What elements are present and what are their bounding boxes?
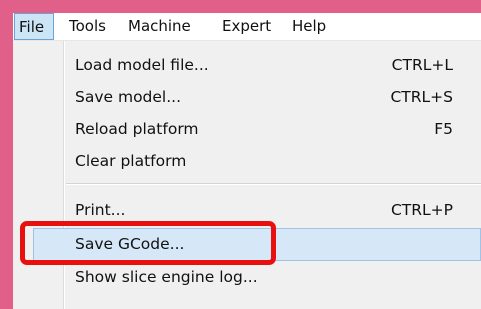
file-menu-dropdown: Load model file... CTRL+L Save model... … (13, 41, 481, 309)
menu-file-label: File (19, 18, 45, 36)
menu-item-clear-platform[interactable]: Clear platform (13, 145, 481, 177)
menu-item-shortcut: CTRL+S (390, 88, 453, 106)
menu-item-reload-platform[interactable]: Reload platform F5 (13, 113, 481, 145)
menu-help-label: Help (292, 17, 327, 35)
menu-item-label: Show slice engine log... (75, 268, 258, 286)
menu-help[interactable]: Help (292, 13, 326, 40)
menu-item-label: Save model... (75, 88, 182, 106)
menu-expert-label: Expert (222, 17, 272, 35)
menu-bar: File Tools Machine Expert Help (13, 13, 481, 41)
menu-separator (66, 183, 481, 185)
menu-expert[interactable]: Expert (222, 13, 271, 40)
menu-tools[interactable]: Tools (69, 13, 106, 40)
menu-item-load-model[interactable]: Load model file... CTRL+L (13, 49, 481, 81)
annotation-highlight-box (20, 221, 276, 265)
menu-machine-label: Machine (128, 17, 191, 35)
menu-item-shortcut: F5 (434, 120, 453, 138)
menu-file[interactable]: File (14, 13, 54, 40)
menu-item-save-model[interactable]: Save model... CTRL+S (13, 81, 481, 113)
menu-item-shortcut: CTRL+P (390, 201, 453, 219)
menu-item-label: Clear platform (75, 152, 187, 170)
menu-item-show-slice-log[interactable]: Show slice engine log... (13, 261, 481, 293)
menu-item-shortcut: CTRL+L (391, 56, 453, 74)
menu-item-label: Load model file... (75, 56, 209, 74)
menu-item-label: Reload platform (75, 120, 199, 138)
menu-tools-label: Tools (69, 17, 106, 35)
menu-machine[interactable]: Machine (128, 13, 191, 40)
